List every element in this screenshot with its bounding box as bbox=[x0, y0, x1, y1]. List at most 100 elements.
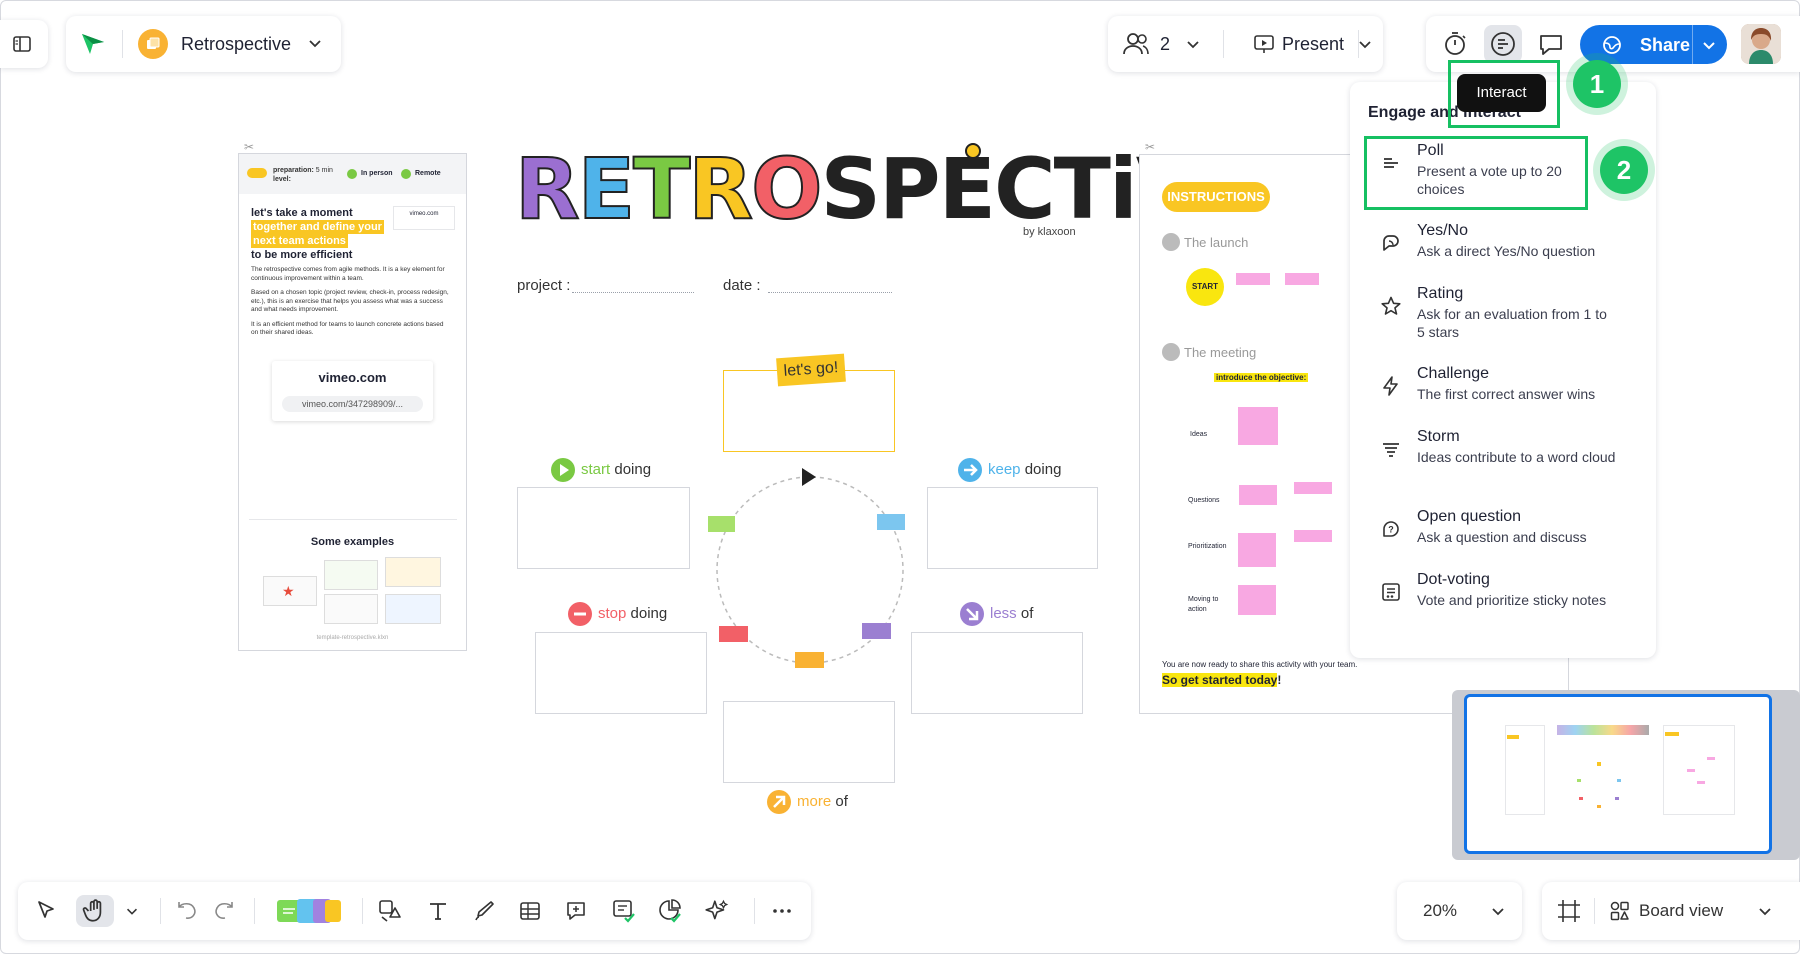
intro-card[interactable]: preparation: 5 min level: In person Remo… bbox=[238, 153, 467, 651]
menu-item-label: Challenge bbox=[1417, 365, 1490, 382]
frame-icon[interactable] bbox=[1556, 898, 1582, 924]
stop-doing-box[interactable] bbox=[535, 632, 707, 714]
present-icon[interactable] bbox=[1252, 32, 1276, 56]
example-thumbnail[interactable] bbox=[324, 594, 378, 624]
instructions-badge: INSTRUCTIONS bbox=[1162, 182, 1270, 212]
klaxoon-logo-icon[interactable] bbox=[80, 30, 106, 56]
chevron-down-icon[interactable] bbox=[306, 34, 324, 52]
text-tool[interactable] bbox=[422, 895, 454, 927]
minimap-dot bbox=[1597, 805, 1601, 808]
scissors-icon: ✂ bbox=[1145, 140, 1156, 154]
highlight-poll bbox=[1364, 136, 1588, 210]
interact-button[interactable] bbox=[1484, 25, 1522, 63]
minimap[interactable] bbox=[1452, 690, 1800, 860]
pen-tool[interactable] bbox=[468, 895, 500, 927]
vimeo-embed[interactable]: vimeo.com vimeo.com/347298909/... bbox=[272, 361, 433, 421]
ai-tool[interactable] bbox=[701, 895, 733, 927]
check-icon bbox=[347, 169, 357, 179]
start-doing-box[interactable] bbox=[517, 487, 690, 569]
more-of-box[interactable] bbox=[723, 701, 895, 783]
pink-note bbox=[1239, 485, 1277, 505]
title-letter: T bbox=[632, 139, 691, 239]
example-thumbnail[interactable] bbox=[324, 560, 378, 590]
pink-note bbox=[1294, 530, 1332, 542]
users-icon[interactable] bbox=[1122, 30, 1150, 58]
chevron-down-icon[interactable] bbox=[1356, 35, 1374, 53]
shapes-icon bbox=[379, 900, 401, 922]
project-field[interactable] bbox=[572, 292, 694, 293]
hand-tool[interactable] bbox=[76, 895, 114, 927]
divider bbox=[1692, 25, 1693, 64]
participants-count[interactable]: 2 bbox=[1160, 34, 1170, 55]
chevron-down-icon[interactable] bbox=[1184, 35, 1202, 53]
board-view-label[interactable]: Board view bbox=[1639, 901, 1723, 921]
sticky-note[interactable] bbox=[862, 623, 891, 639]
pink-note bbox=[1294, 482, 1332, 494]
chevron-down-icon[interactable] bbox=[1700, 36, 1718, 54]
minimap-dot bbox=[1617, 779, 1621, 782]
comment-icon[interactable] bbox=[1537, 30, 1565, 58]
menu-item-rating[interactable]: Rating Ask for an evaluation from 1 to 5… bbox=[1350, 285, 1656, 347]
chevron-down-icon[interactable] bbox=[1756, 902, 1774, 920]
board-view-icon[interactable] bbox=[1608, 899, 1632, 923]
sticky-note[interactable] bbox=[719, 626, 748, 642]
more-tools-button[interactable] bbox=[766, 895, 798, 927]
menu-item-open-question[interactable]: ? Open question Ask a question and discu… bbox=[1350, 508, 1656, 570]
more-horizontal-icon bbox=[773, 909, 791, 913]
menu-item-label: Open question bbox=[1417, 508, 1522, 525]
menu-item-challenge[interactable]: Challenge The first correct answer wins bbox=[1350, 365, 1656, 427]
chevron-down-icon bbox=[126, 908, 138, 915]
menu-item-yes-no[interactable]: Yes/No Ask a direct Yes/No question bbox=[1350, 222, 1656, 284]
user-avatar[interactable] bbox=[1741, 24, 1781, 64]
example-thumbnail[interactable] bbox=[385, 594, 441, 624]
start-circle: START bbox=[1186, 268, 1224, 306]
sidebar-toggle-button[interactable] bbox=[0, 20, 48, 68]
play-icon bbox=[551, 458, 575, 482]
examples-heading: Some examples bbox=[310, 536, 395, 548]
shapes-tool[interactable] bbox=[374, 895, 406, 927]
step-badge-2: 2 bbox=[1600, 146, 1648, 194]
project-label: project : bbox=[517, 277, 571, 294]
sticky-notes-tool[interactable] bbox=[274, 895, 346, 927]
pie-chart-icon bbox=[659, 899, 681, 923]
divider bbox=[362, 898, 363, 924]
date-field[interactable] bbox=[768, 292, 892, 293]
minimap-card bbox=[1663, 725, 1735, 815]
sticky-note[interactable] bbox=[795, 652, 824, 668]
tool-options-dropdown[interactable] bbox=[122, 895, 142, 927]
example-thumbnail[interactable] bbox=[385, 557, 441, 587]
headline-line: next team actions bbox=[251, 234, 348, 248]
sticky-note[interactable] bbox=[708, 516, 735, 532]
menu-item-dot-voting[interactable]: Dot-voting Vote and prioritize sticky no… bbox=[1350, 571, 1656, 633]
keep-doing-box[interactable] bbox=[927, 487, 1098, 569]
undo-button[interactable] bbox=[171, 895, 203, 927]
poll-results-tool[interactable] bbox=[654, 895, 686, 927]
present-button[interactable]: Present bbox=[1282, 34, 1344, 55]
select-tool[interactable] bbox=[30, 895, 62, 927]
divider bbox=[249, 519, 457, 520]
minimap-viewport[interactable] bbox=[1464, 694, 1772, 854]
zoom-control[interactable]: 20% bbox=[1397, 882, 1522, 940]
redo-button[interactable] bbox=[208, 895, 240, 927]
by-klaxoon: by klaxoon bbox=[1023, 226, 1076, 238]
start-doing-label: start doing bbox=[581, 461, 652, 478]
dot-voting-tool[interactable] bbox=[608, 895, 640, 927]
level-label: level: bbox=[273, 176, 291, 183]
less-of-box[interactable] bbox=[911, 632, 1083, 714]
table-tool[interactable] bbox=[514, 895, 546, 927]
timer-icon[interactable] bbox=[1441, 30, 1469, 58]
vimeo-title: vimeo.com bbox=[318, 370, 387, 385]
board-selector[interactable]: Retrospective bbox=[66, 16, 341, 72]
date-label: date : bbox=[723, 277, 761, 294]
example-thumbnail[interactable]: ★ bbox=[263, 576, 317, 606]
more-of-label: more of bbox=[797, 793, 848, 810]
star-icon bbox=[1380, 295, 1402, 317]
comment-tool[interactable] bbox=[560, 895, 592, 927]
chevron-down-icon[interactable] bbox=[1489, 902, 1507, 920]
menu-item-desc: Ask a direct Yes/No question bbox=[1417, 243, 1596, 259]
share-button[interactable]: Share bbox=[1580, 25, 1727, 64]
sticky-note[interactable] bbox=[877, 514, 905, 530]
dot-voting-icon bbox=[1380, 581, 1402, 603]
star-icon: ★ bbox=[282, 583, 295, 599]
menu-item-storm[interactable]: Storm Ideas contribute to a word cloud bbox=[1350, 428, 1656, 490]
